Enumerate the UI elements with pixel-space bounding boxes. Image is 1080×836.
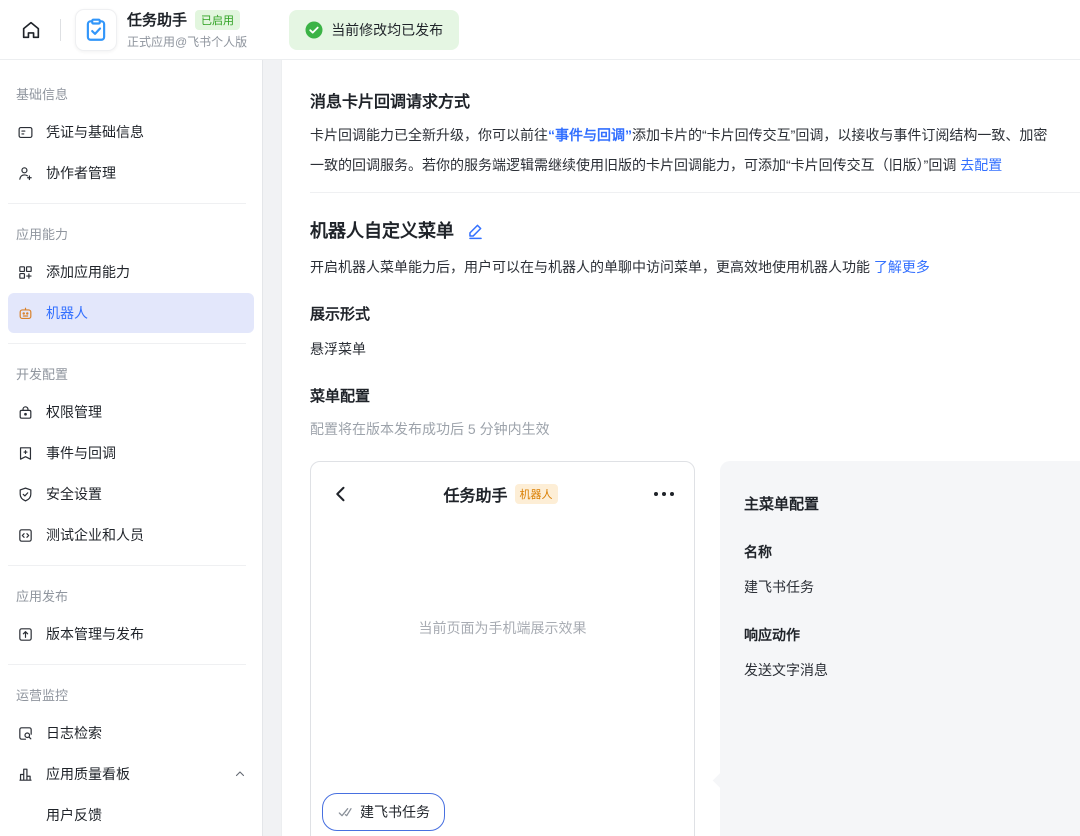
events-callbacks-link[interactable]: “事件与回调” [548, 127, 632, 143]
action-value: 发送文字消息 [744, 662, 828, 678]
panel-tail [712, 772, 729, 789]
back-chevron-icon[interactable] [331, 484, 357, 504]
chevron-up-icon[interactable] [234, 768, 246, 780]
sidebar-divider [8, 203, 246, 204]
sidebar-item-collaborators[interactable]: 协作者管理 [8, 153, 254, 193]
robot-menu-title: 机器人自定义菜单 [310, 221, 454, 241]
section-divider [310, 192, 1080, 193]
sidebar-item-security[interactable]: 安全设置 [8, 474, 254, 514]
publish-status-text: 当前修改均已发布 [331, 21, 444, 38]
app-logo [75, 8, 117, 51]
sidebar-item-test-company[interactable]: 测试企业和人员 [8, 515, 254, 555]
menu-item-button-label: 建飞书任务 [360, 804, 430, 820]
grid-add-icon [16, 263, 34, 281]
sidebar-item-label: 安全设置 [46, 486, 102, 502]
bar-chart-icon [16, 765, 34, 783]
go-configure-link[interactable]: 去配置 [960, 157, 1002, 173]
robot-badge: 机器人 [514, 484, 558, 504]
sidebar-section-dev-config: 开发配置 [16, 367, 69, 382]
app-subtitle: 正式应用@飞书个人版 [127, 35, 248, 49]
sidebar-item-label: 测试企业和人员 [46, 527, 144, 543]
code-square-icon [16, 526, 34, 544]
sidebar-scroll-gutter[interactable] [262, 60, 282, 836]
sidebar-item-label: 凭证与基础信息 [46, 124, 144, 140]
person-add-icon [16, 164, 34, 182]
sidebar-section-app-capability: 应用能力 [16, 227, 69, 242]
card-callback-desc-line2: 一致的回调服务。若你的服务端逻辑需继续使用旧版的卡片回调能力，可添加“卡片回传交… [310, 150, 1080, 180]
enabled-badge: 已启用 [195, 9, 241, 30]
sidebar-item-label: 应用质量看板 [46, 766, 130, 782]
menu-config-hint: 配置将在版本发布成功后 5 分钟内生效 [310, 421, 550, 437]
card-callback-title: 消息卡片回调请求方式 [310, 94, 471, 111]
id-card-icon [16, 123, 34, 141]
sidebar-item-credentials[interactable]: 凭证与基础信息 [8, 112, 254, 152]
desc-text: 开启机器人菜单能力后，用户可以在与机器人的单聊中访问菜单，更高效地使用机器人功能 [310, 259, 874, 275]
home-icon [20, 19, 42, 41]
upload-square-icon [16, 625, 34, 643]
name-value: 建飞书任务 [744, 579, 814, 595]
menu-item-button[interactable]: 建飞书任务 [322, 793, 445, 831]
display-style-value: 悬浮菜单 [310, 341, 366, 357]
sidebar-item-label: 版本管理与发布 [46, 626, 144, 642]
double-check-icon [337, 804, 353, 820]
learn-more-link[interactable]: 了解更多 [874, 259, 930, 275]
header-divider [60, 18, 61, 41]
sidebar-item-label: 日志检索 [46, 725, 102, 741]
robot-menu-desc: 开启机器人菜单能力后，用户可以在与机器人的单聊中访问菜单，更高效地使用机器人功能… [310, 257, 1080, 277]
log-search-icon [16, 724, 34, 742]
robot-icon [16, 304, 34, 322]
lock-icon [16, 403, 34, 421]
sidebar-item-label: 权限管理 [46, 404, 102, 420]
sidebar-item-permissions[interactable]: 权限管理 [8, 392, 254, 432]
sidebar-item-add-capability[interactable]: 添加应用能力 [8, 252, 254, 292]
desc-text: 一致的回调服务。若你的服务端逻辑需继续使用旧版的卡片回调能力，可添加“卡片回传交… [310, 157, 961, 173]
sidebar-section-basic-info: 基础信息 [16, 87, 69, 102]
phone-chat-title: 任务助手 [443, 488, 508, 505]
panel-title: 主菜单配置 [744, 496, 820, 513]
phone-preview-card: 任务助手 机器人 当前页面为手机端展示效果 建飞书任务 [310, 461, 695, 836]
home-button[interactable] [16, 15, 46, 45]
sidebar-section-app-release: 应用发布 [16, 589, 69, 604]
sidebar-item-label: 添加应用能力 [46, 264, 130, 280]
main-content: 消息卡片回调请求方式 卡片回调能力已全新升级，你可以前往“事件与回调”添加卡片的… [282, 60, 1080, 836]
top-header: 任务助手 已启用 正式应用@飞书个人版 当前修改均已发布 [0, 0, 1080, 60]
card-callback-desc-line1: 卡片回调能力已全新升级，你可以前往“事件与回调”添加卡片的“卡片回传交互”回调，… [310, 120, 1080, 150]
sidebar-item-label: 用户反馈 [46, 807, 102, 823]
main-menu-config-panel: 主菜单配置 名称 建飞书任务 响应动作 发送文字消息 [712, 461, 1080, 836]
sidebar-section-ops-monitor: 运营监控 [16, 688, 69, 703]
desc-text: 卡片回调能力已全新升级，你可以前往 [310, 127, 548, 143]
app-title: 任务助手 [127, 12, 188, 29]
sidebar-divider [8, 565, 246, 566]
sidebar: 基础信息 凭证与基础信息 协作者管理 应用能力 添加应用能力 机器人 开发配置 … [0, 60, 262, 836]
name-label: 名称 [744, 544, 772, 560]
shield-check-icon [16, 485, 34, 503]
sidebar-item-label: 协作者管理 [46, 165, 116, 181]
action-label: 响应动作 [744, 627, 800, 643]
sidebar-item-version-release[interactable]: 版本管理与发布 [8, 614, 254, 654]
sidebar-item-label: 机器人 [46, 305, 88, 321]
sidebar-item-label: 事件与回调 [46, 445, 116, 461]
sidebar-divider [8, 664, 246, 665]
desc-text: 添加卡片的“卡片回传交互”回调，以接收与事件订阅结构一致、加密 [632, 127, 1048, 143]
sidebar-divider [8, 343, 246, 344]
sidebar-item-log-search[interactable]: 日志检索 [8, 713, 254, 753]
sidebar-item-robot[interactable]: 机器人 [8, 293, 254, 333]
sidebar-item-quality-dashboard[interactable]: 应用质量看板 [8, 754, 254, 794]
edit-pencil-icon[interactable] [466, 221, 485, 240]
menu-config-label: 菜单配置 [310, 388, 371, 405]
sidebar-item-user-feedback[interactable]: 用户反馈 [8, 795, 254, 835]
bookmark-add-icon [16, 444, 34, 462]
sidebar-item-events-callbacks[interactable]: 事件与回调 [8, 433, 254, 473]
clipboard-check-icon [83, 17, 109, 43]
more-dots-icon[interactable] [644, 492, 674, 496]
publish-status-pill: 当前修改均已发布 [289, 9, 460, 50]
check-circle-icon [305, 21, 323, 39]
phone-preview-hint: 当前页面为手机端展示效果 [418, 620, 587, 636]
display-style-label: 展示形式 [310, 306, 371, 323]
